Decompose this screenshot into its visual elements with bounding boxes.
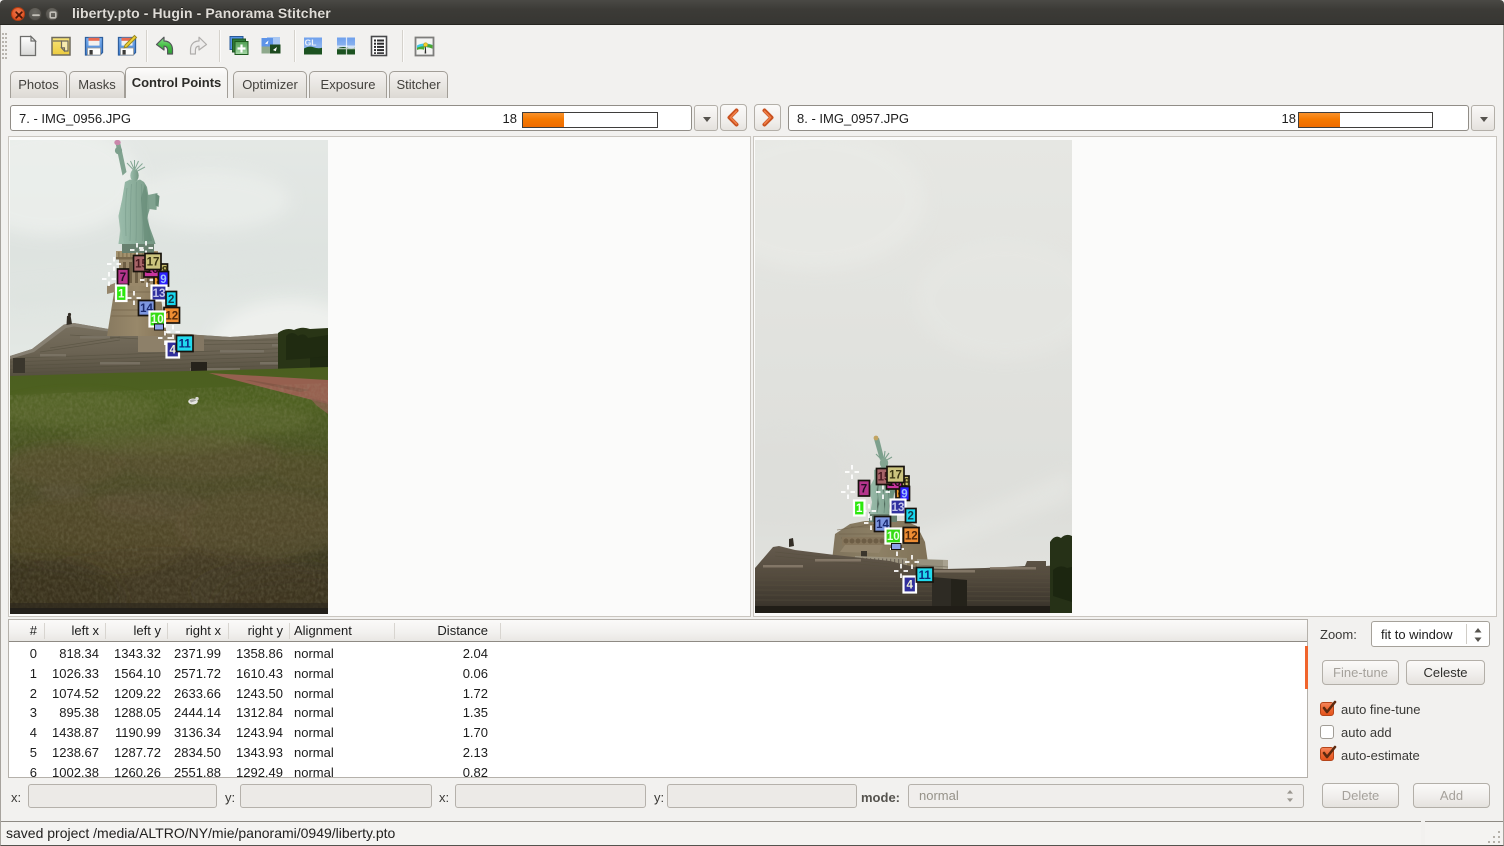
- svg-text:12: 12: [165, 310, 178, 322]
- svg-text:2: 2: [168, 294, 174, 306]
- svg-text:4: 4: [907, 580, 914, 592]
- svg-text:11: 11: [179, 339, 192, 351]
- svg-text:10: 10: [887, 531, 900, 543]
- svg-text:2: 2: [908, 511, 914, 523]
- svg-text:17: 17: [889, 470, 902, 482]
- svg-text:GL: GL: [305, 38, 317, 48]
- svg-text:17: 17: [147, 257, 160, 269]
- svg-text:4: 4: [170, 345, 177, 357]
- svg-text:13: 13: [892, 502, 905, 514]
- svg-text:12: 12: [905, 530, 918, 542]
- svg-text:1: 1: [118, 288, 125, 300]
- svg-text:11: 11: [919, 570, 932, 582]
- svg-text:9: 9: [160, 274, 166, 286]
- svg-text:7: 7: [861, 483, 867, 495]
- svg-text:7: 7: [120, 272, 126, 284]
- svg-text:1: 1: [856, 503, 863, 515]
- svg-text:13: 13: [153, 288, 166, 300]
